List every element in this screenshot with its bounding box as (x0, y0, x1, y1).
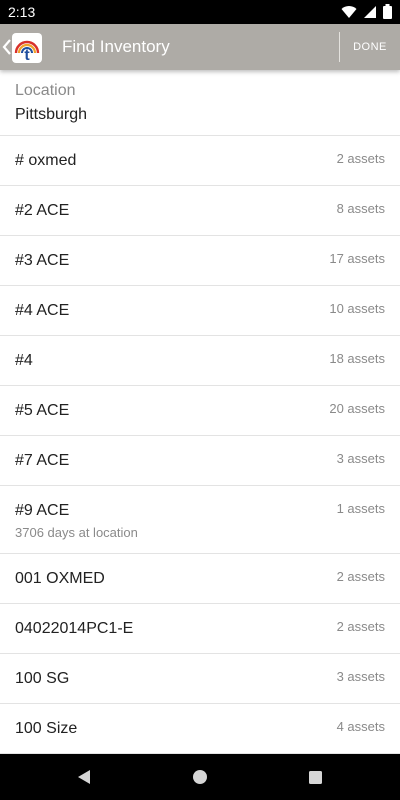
item-asset-count: 2 assets (336, 569, 385, 584)
item-asset-count: 3 assets (336, 669, 385, 684)
status-bar: 2:13 (0, 0, 400, 24)
inventory-list: Location Pittsburgh # oxmed 2 assets #2 … (0, 70, 400, 754)
item-asset-count: 3 assets (336, 451, 385, 466)
item-asset-count: 10 assets (329, 301, 385, 316)
item-name: 001 OXMED (15, 570, 105, 587)
list-item[interactable]: 04022014PC1-E 2 assets (0, 604, 400, 654)
list-item[interactable]: #9 ACE 1 assets 3706 days at location (0, 486, 400, 554)
list-item[interactable]: 100 SG 3 assets (0, 654, 400, 704)
item-asset-count: 4 assets (336, 719, 385, 734)
back-triangle-icon[interactable] (73, 766, 95, 788)
signal-icon (363, 5, 377, 24)
list-item[interactable]: # oxmed 2 assets (0, 136, 400, 186)
item-asset-count: 18 assets (329, 351, 385, 366)
item-name: 100 Size (15, 720, 78, 737)
item-name: #4 (15, 352, 33, 369)
item-name: #2 ACE (15, 202, 70, 219)
item-asset-count: 20 assets (329, 401, 385, 416)
location-label: Location (15, 82, 76, 99)
battery-icon (383, 4, 392, 24)
system-nav-bar (0, 754, 400, 800)
item-asset-count: 2 assets (336, 151, 385, 166)
app-logo-letter: t (24, 47, 30, 63)
item-name: #7 ACE (15, 452, 70, 469)
item-asset-count: 2 assets (336, 619, 385, 634)
item-name: # oxmed (15, 152, 77, 169)
home-circle-icon[interactable] (189, 766, 211, 788)
list-item[interactable]: 100 Size 4 assets (0, 704, 400, 754)
status-icons (341, 4, 392, 24)
item-asset-count: 17 assets (329, 251, 385, 266)
list-item[interactable]: #5 ACE 20 assets (0, 386, 400, 436)
location-value: Pittsburgh (15, 106, 88, 123)
location-row[interactable]: Location Pittsburgh (0, 70, 400, 136)
page-title: Find Inventory (62, 37, 170, 56)
item-name: #3 ACE (15, 252, 70, 269)
list-item[interactable]: #7 ACE 3 assets (0, 436, 400, 486)
item-name: 100 SG (15, 670, 70, 687)
done-button[interactable]: DONE (340, 24, 400, 70)
item-asset-count: 8 assets (336, 201, 385, 216)
list-item[interactable]: #2 ACE 8 assets (0, 186, 400, 236)
item-name: #4 ACE (15, 302, 70, 319)
item-days-at-location: 3706 days at location (15, 525, 138, 540)
back-chevron-icon[interactable] (2, 38, 12, 56)
app-bar: t Find Inventory DONE (0, 24, 400, 70)
list-item[interactable]: #4 18 assets (0, 336, 400, 386)
item-name: #5 ACE (15, 402, 70, 419)
app-logo-icon[interactable]: t (12, 33, 42, 64)
item-asset-count: 1 assets (336, 501, 385, 516)
recents-square-icon[interactable] (304, 766, 326, 788)
list-item[interactable]: 001 OXMED 2 assets (0, 554, 400, 604)
status-time: 2:13 (8, 4, 36, 20)
list-item[interactable]: #3 ACE 17 assets (0, 236, 400, 286)
item-name: 04022014PC1-E (15, 620, 134, 637)
item-name: #9 ACE (15, 502, 70, 519)
wifi-icon (341, 5, 357, 24)
list-item[interactable]: #4 ACE 10 assets (0, 286, 400, 336)
